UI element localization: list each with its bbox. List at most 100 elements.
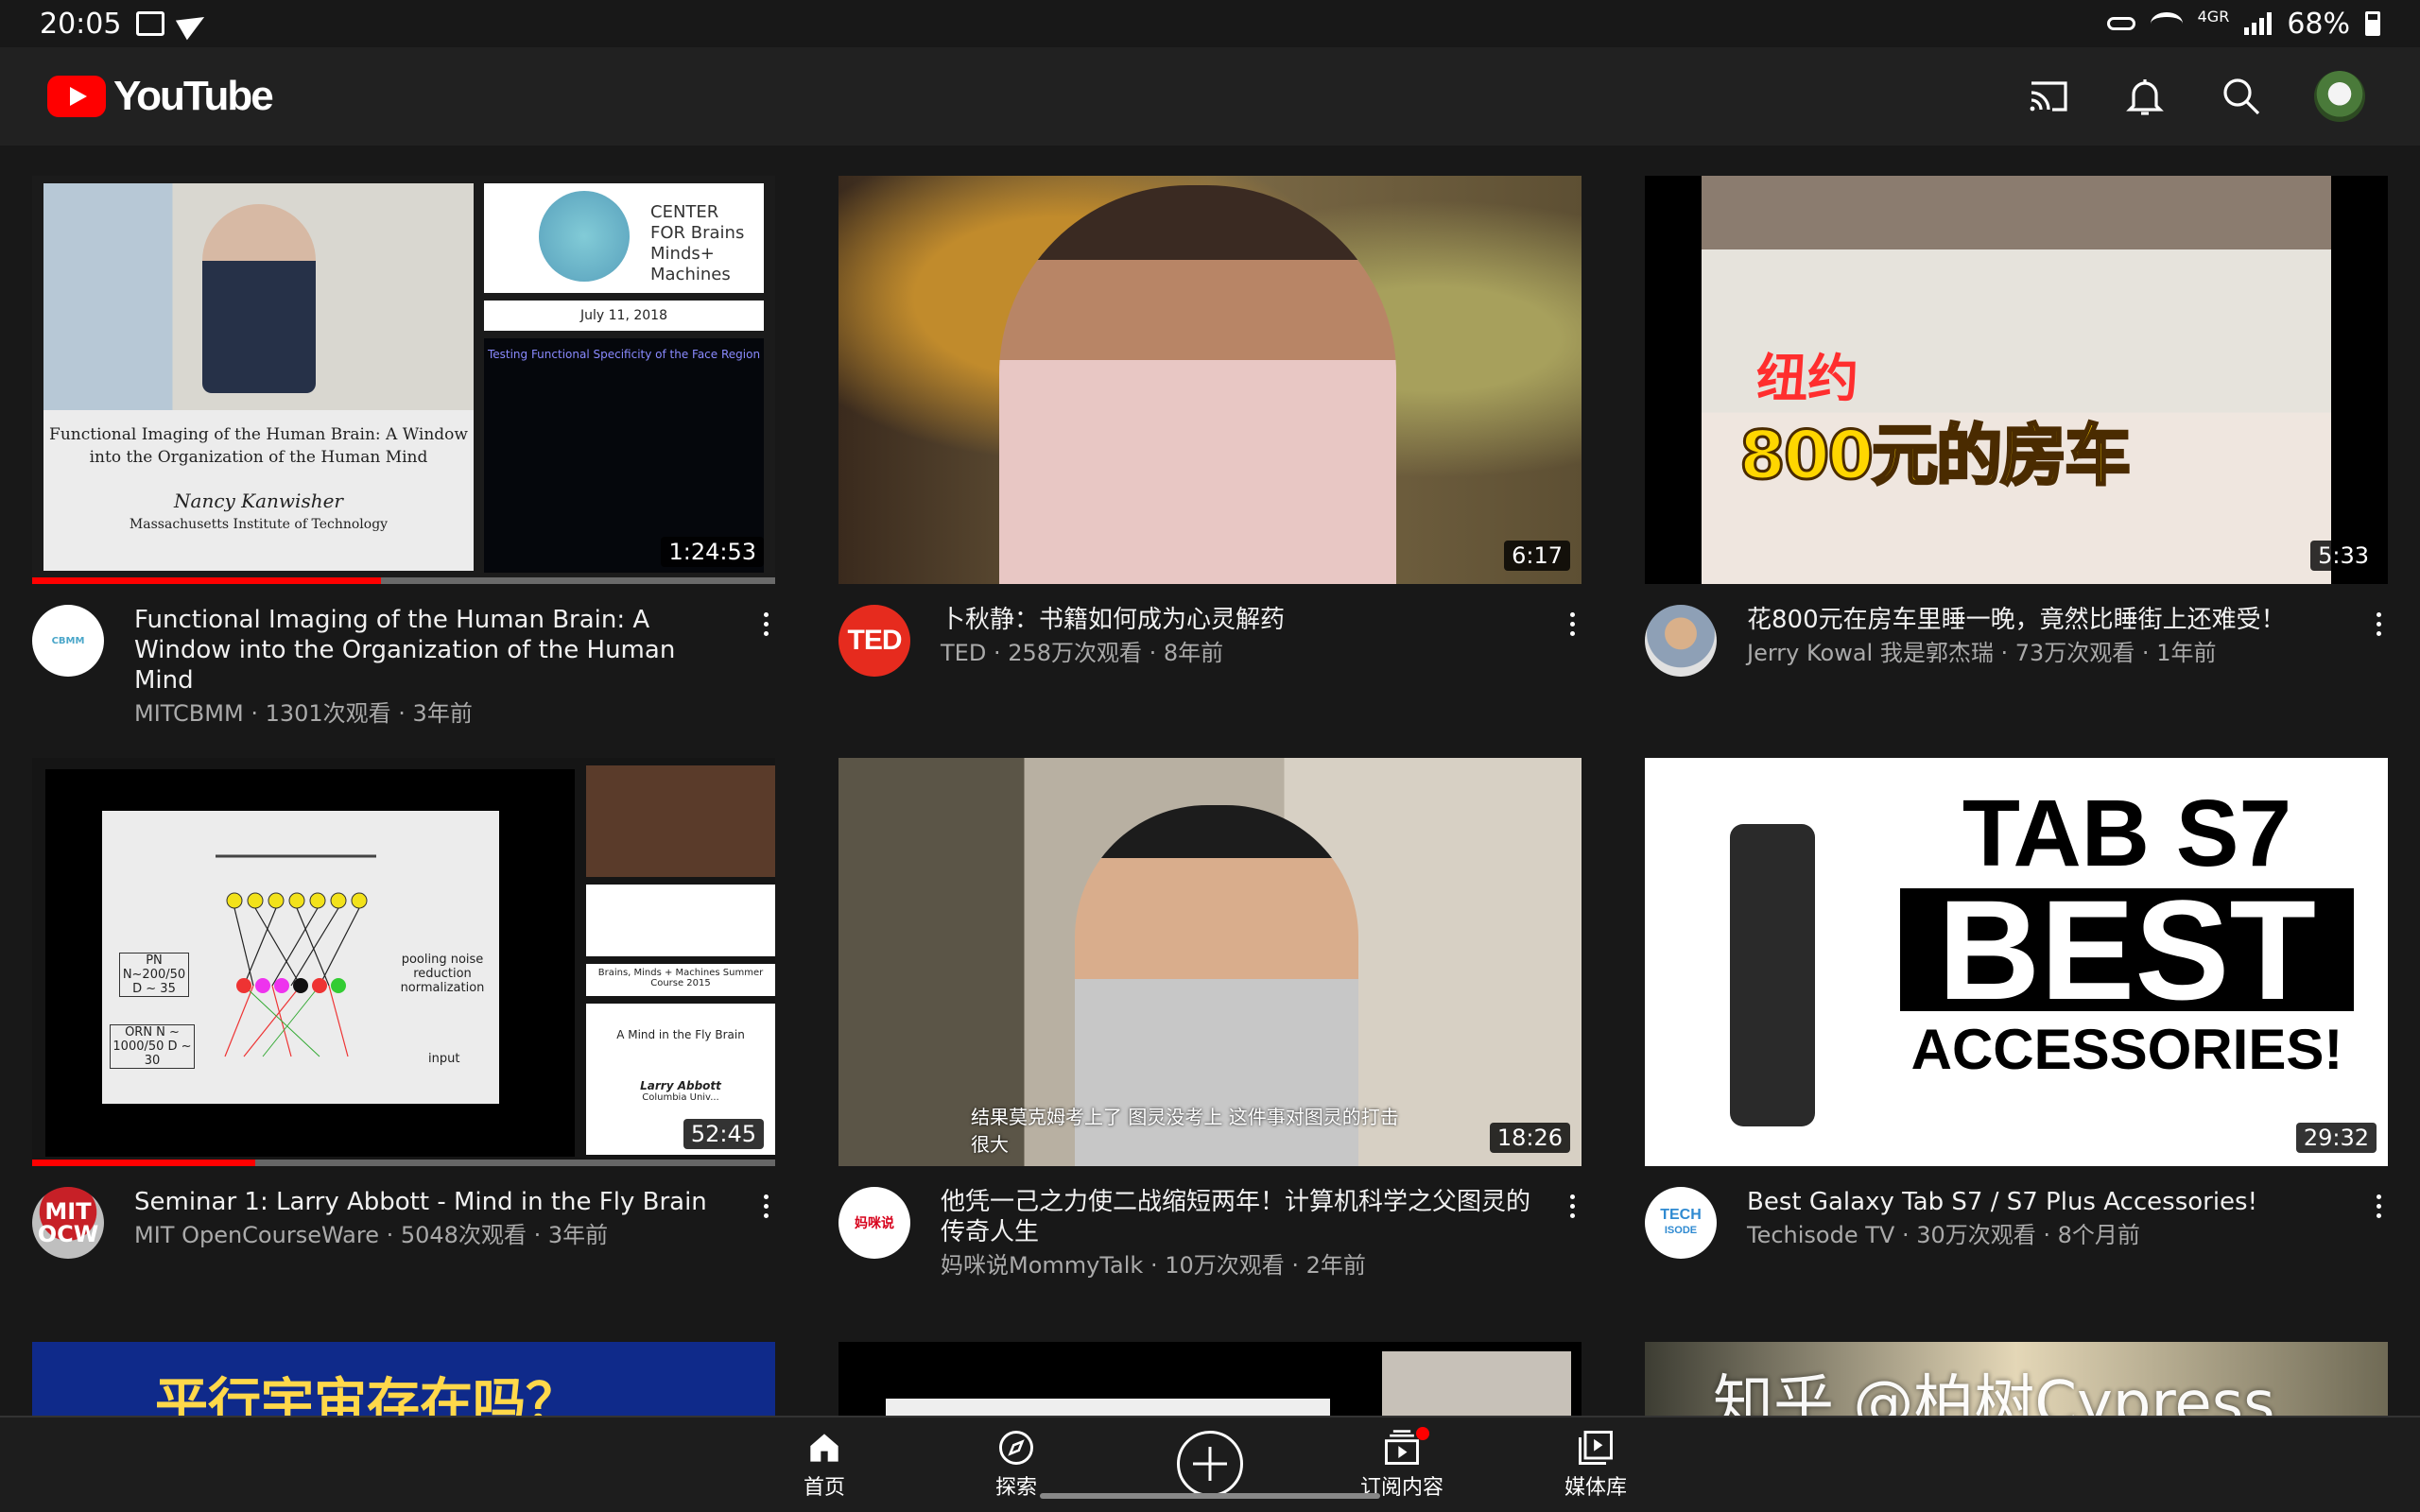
more-dot bbox=[2376, 630, 2381, 636]
video-thumbnail[interactable]: 纽约 800元的房车 5:33 bbox=[1645, 176, 2388, 584]
input-label: input bbox=[428, 1052, 460, 1066]
more-dot bbox=[2376, 621, 2381, 627]
thumbnail-accessory bbox=[1730, 824, 1815, 1126]
video-duration: 52:45 bbox=[683, 1119, 764, 1149]
upload-age: 3年前 bbox=[412, 700, 473, 727]
video-duration: 29:32 bbox=[2295, 1123, 2377, 1153]
video-title[interactable]: 卜秋静：书籍如何成为心灵解药 bbox=[941, 605, 1534, 635]
library-icon bbox=[1579, 1431, 1613, 1465]
video-card[interactable]: 6:17 TED 卜秋静：书籍如何成为心灵解药 TED · 258万次观看 · … bbox=[838, 176, 1582, 677]
avatar-text-2: OCW bbox=[37, 1221, 99, 1247]
channel-avatar[interactable]: 妈咪说 bbox=[838, 1187, 910, 1259]
more-dot bbox=[1569, 1194, 1575, 1199]
video-feed[interactable]: Functional Imaging of the Human Brain: A… bbox=[0, 146, 2420, 1416]
more-options-button[interactable] bbox=[1563, 605, 1582, 643]
more-options-button[interactable] bbox=[1563, 1187, 1582, 1225]
account-avatar[interactable] bbox=[2314, 71, 2365, 122]
channel-avatar[interactable]: TED bbox=[838, 605, 910, 677]
video-card[interactable]: 结果莫克姆考上了 图灵没考上 这件事对图灵的打击很大 18:26 妈咪说 他凭一… bbox=[838, 758, 1582, 1281]
video-card[interactable]: PN N~200/50 D ~ 35 ORN N ~ 1000/50 D ~ 3… bbox=[32, 758, 775, 1259]
video-title[interactable]: Functional Imaging of the Human Brain: A… bbox=[134, 605, 728, 696]
cast-icon bbox=[2030, 81, 2067, 112]
video-card[interactable]: 纽约 800元的房车 5:33 花800元在房车里睡一晚，竟然比睡街上还难受！ … bbox=[1645, 176, 2388, 677]
video-card[interactable]: TAB S7 BEST ACCESSORIES! 29:32 TECH ISOD… bbox=[1645, 758, 2388, 1259]
home-icon bbox=[810, 1434, 838, 1462]
channel-avatar[interactable]: CBMM bbox=[32, 605, 104, 677]
thumb-course-label: Brains, Minds + Machines Summer Course 2… bbox=[586, 964, 775, 996]
upload-age: 2年前 bbox=[1305, 1252, 1366, 1279]
bell-icon bbox=[2126, 79, 2164, 115]
video-card[interactable]: Functional Imaging of the Human Brain: A… bbox=[32, 176, 775, 730]
notifications-button[interactable] bbox=[2121, 73, 2169, 120]
more-dot bbox=[1569, 630, 1575, 636]
more-dot bbox=[763, 621, 769, 627]
nav-explore[interactable]: 探索 bbox=[964, 1427, 1068, 1501]
view-count: 258万次观看 bbox=[1008, 640, 1143, 666]
nav-subscriptions[interactable]: 订阅内容 bbox=[1350, 1427, 1454, 1501]
view-count: 73万次观看 bbox=[2014, 640, 2135, 666]
network-type: 4GR bbox=[2197, 7, 2230, 26]
youtube-logo[interactable]: YouTube bbox=[47, 73, 274, 120]
channel-avatar[interactable] bbox=[1645, 605, 1717, 677]
channel-name: MITCBMM bbox=[134, 700, 244, 727]
video-thumbnail[interactable]: 结果莫克姆考上了 图灵没考上 这件事对图灵的打击很大 18:26 bbox=[838, 758, 1582, 1166]
more-dot bbox=[1569, 611, 1575, 617]
thumb-speaker: Nancy Kanwisher bbox=[174, 490, 343, 512]
avatar-text-1: TECH bbox=[1660, 1207, 1702, 1223]
nav-library-label: 媒体库 bbox=[1564, 1476, 1627, 1500]
thumb-lecture-title-text: Functional Imaging of the Human Brain: A… bbox=[49, 425, 468, 467]
create-button[interactable] bbox=[1177, 1431, 1243, 1497]
video-title[interactable]: 他凭一己之力使二战缩短两年！计算机科学之父图灵的传奇人生 bbox=[941, 1187, 1534, 1247]
thumbnail-slide bbox=[886, 1399, 1330, 1416]
clock: 20:05 bbox=[40, 7, 122, 41]
video-title[interactable]: Seminar 1: Larry Abbott - Mind in the Fl… bbox=[134, 1187, 728, 1217]
channel-name: MIT OpenCourseWare bbox=[134, 1222, 379, 1248]
thumb-affiliation: Massachusetts Institute of Technology bbox=[129, 517, 389, 532]
more-options-button[interactable] bbox=[2369, 605, 2388, 643]
thumb-caption: 平行宇宙存在吗？ bbox=[155, 1373, 579, 1416]
signal-icon bbox=[2244, 12, 2273, 35]
more-options-button[interactable] bbox=[756, 605, 775, 643]
channel-avatar[interactable]: MIT OCW bbox=[32, 1187, 104, 1259]
more-options-button[interactable] bbox=[2369, 1187, 2388, 1225]
video-thumbnail[interactable]: 平行宇宙存在吗？ bbox=[32, 1342, 775, 1416]
video-thumbnail[interactable] bbox=[838, 1342, 1582, 1416]
video-card[interactable] bbox=[838, 1342, 1582, 1416]
nav-home[interactable]: 首页 bbox=[772, 1427, 876, 1501]
thumbnail-logo-panel bbox=[586, 885, 775, 956]
video-card[interactable]: 平行宇宙存在吗？ bbox=[32, 1342, 775, 1416]
more-dot bbox=[763, 1194, 769, 1199]
search-icon bbox=[2223, 78, 2260, 115]
neural-diagram: PN N~200/50 D ~ 35 ORN N ~ 1000/50 D ~ 3… bbox=[102, 811, 499, 1104]
nav-home-label: 首页 bbox=[803, 1476, 845, 1500]
thumb-headline: TAB S7 BEST ACCESSORIES! bbox=[1900, 786, 2354, 1081]
thumbnail-slide: PN N~200/50 D ~ 35 ORN N ~ 1000/50 D ~ 3… bbox=[45, 769, 575, 1157]
video-title[interactable]: Best Galaxy Tab S7 / S7 Plus Accessories… bbox=[1747, 1187, 2341, 1217]
video-thumbnail[interactable]: TAB S7 BEST ACCESSORIES! 29:32 bbox=[1645, 758, 2388, 1166]
home-indicator[interactable] bbox=[1040, 1493, 1380, 1499]
orn-label: ORN N ~ 1000/50 D ~ 30 bbox=[110, 1024, 195, 1069]
upload-age: 3年前 bbox=[547, 1222, 609, 1248]
video-title[interactable]: 花800元在房车里睡一晚，竟然比睡街上还难受！ bbox=[1747, 605, 2341, 635]
thumb-affiliation: Columbia Univ... bbox=[642, 1092, 719, 1103]
more-options-button[interactable] bbox=[756, 1187, 775, 1225]
more-dot bbox=[1569, 1203, 1575, 1209]
channel-avatar[interactable]: TECH ISODE bbox=[1645, 1187, 1717, 1259]
cast-button[interactable] bbox=[2025, 73, 2072, 120]
video-metadata: 妈咪说MommyTalk · 10万次观看 · 2年前 bbox=[941, 1252, 1366, 1279]
video-metadata: Techisode TV · 30万次观看 · 8个月前 bbox=[1747, 1222, 2140, 1248]
video-thumbnail[interactable]: PN N~200/50 D ~ 35 ORN N ~ 1000/50 D ~ 3… bbox=[32, 758, 775, 1166]
nav-library[interactable]: 媒体库 bbox=[1544, 1427, 1648, 1501]
video-thumbnail[interactable]: 6:17 bbox=[838, 176, 1582, 584]
thumb-lecture: A Mind in the Fly Brain bbox=[616, 1028, 745, 1041]
video-duration: 18:26 bbox=[1489, 1123, 1570, 1153]
cbmm-logo-graphic bbox=[539, 191, 630, 282]
search-button[interactable] bbox=[2218, 73, 2265, 120]
app-bar: YouTube bbox=[0, 47, 2420, 146]
wifi-icon bbox=[2150, 12, 2183, 35]
thumbnail-person bbox=[202, 204, 316, 393]
more-dot bbox=[1569, 621, 1575, 627]
video-thumbnail[interactable]: Functional Imaging of the Human Brain: A… bbox=[32, 176, 775, 584]
thumb-line-3: ACCESSORIES! bbox=[1910, 1018, 2343, 1081]
more-dot bbox=[763, 611, 769, 617]
